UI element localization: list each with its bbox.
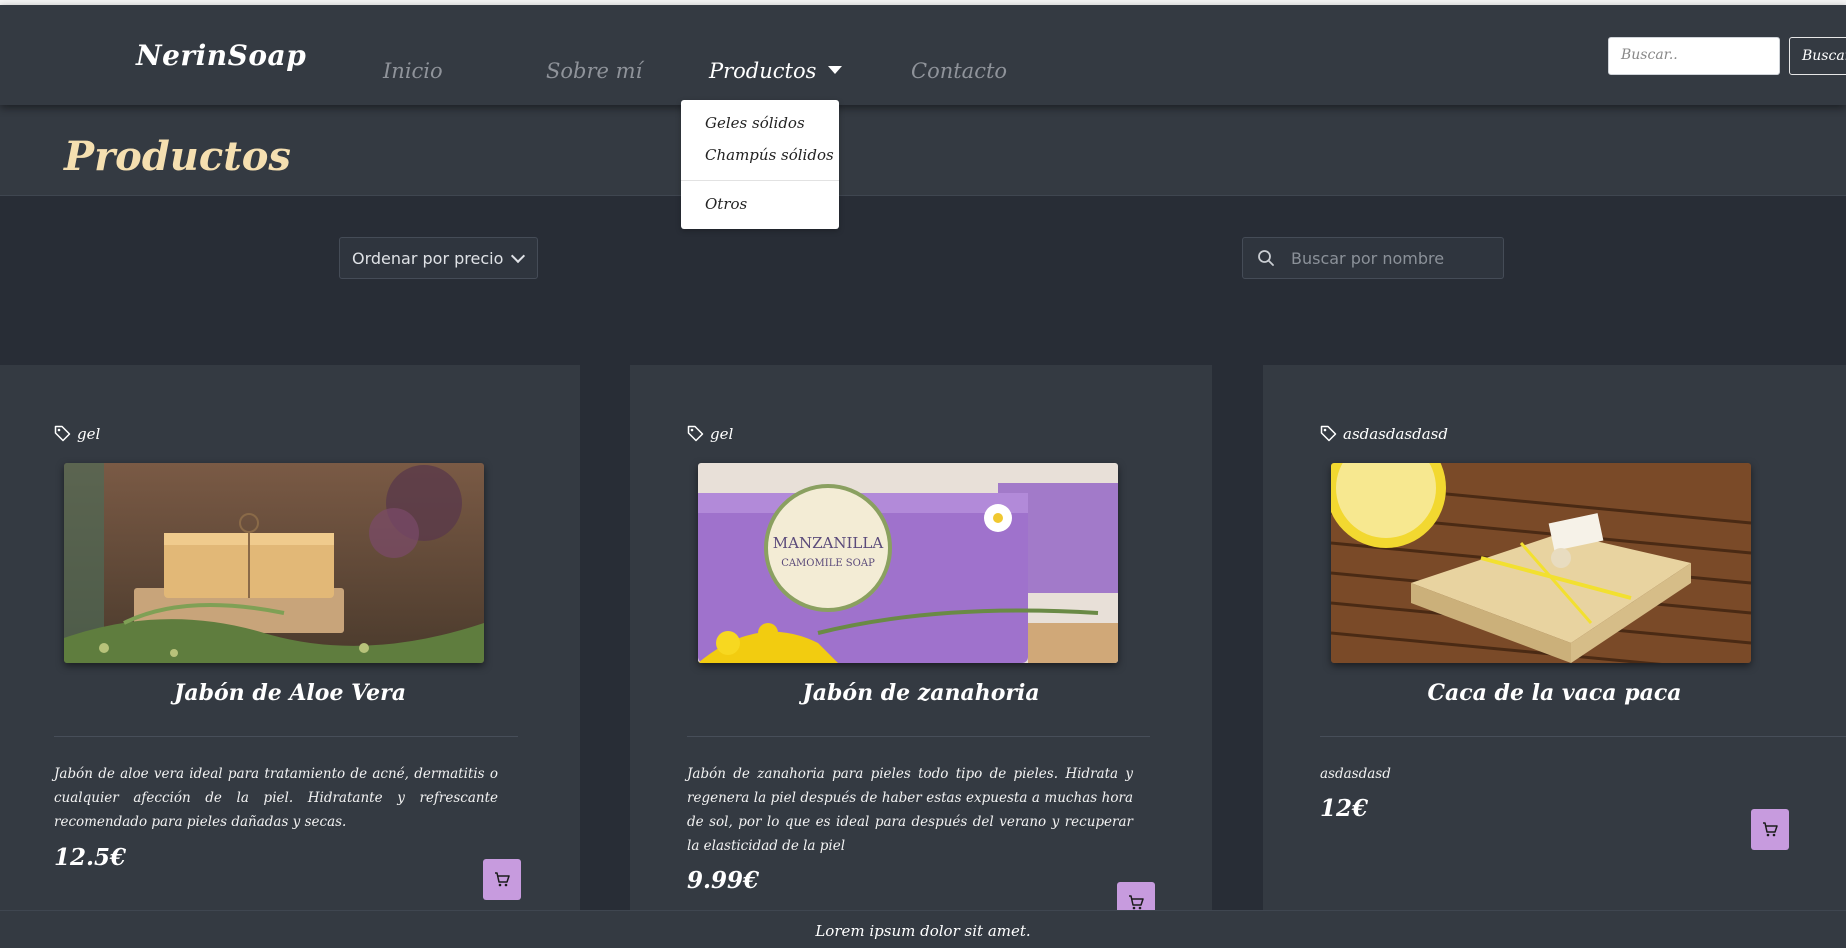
- productos-dropdown-menu: Geles sólidos Champús sólidos Otros: [681, 100, 839, 229]
- svg-text:MANZANILLA: MANZANILLA: [773, 534, 884, 552]
- card-divider: [687, 736, 1150, 737]
- product-description: asdasdasd: [1320, 766, 1391, 782]
- navbar-search-input[interactable]: Buscar..: [1608, 37, 1780, 75]
- svg-text:CAMOMILE SOAP: CAMOMILE SOAP: [781, 558, 875, 569]
- product-price: 9.99€: [687, 867, 760, 894]
- chevron-down-icon: [510, 248, 526, 264]
- dropdown-item-otros[interactable]: Otros: [705, 195, 747, 213]
- product-tag: asdasdasdasd: [1320, 425, 1448, 443]
- product-image: MANZANILLA CAMOMILE SOAP: [698, 463, 1118, 663]
- product-description: Jabón de aloe vera ideal para tratamient…: [54, 766, 498, 830]
- product-title[interactable]: Jabón de Aloe Vera: [0, 680, 580, 706]
- search-by-name-placeholder: Buscar por nombre: [1291, 249, 1445, 268]
- search-by-name-input[interactable]: Buscar por nombre: [1242, 237, 1504, 279]
- navbar-search-button[interactable]: Buscar: [1789, 37, 1846, 75]
- brand-logo[interactable]: NerinSoap: [136, 39, 306, 72]
- product-title[interactable]: Jabón de zanahoria: [630, 680, 1212, 706]
- footer: Lorem ipsum dolor sit amet.: [0, 910, 1846, 948]
- product-image: [64, 463, 484, 663]
- cart-icon: [1129, 895, 1144, 910]
- product-tag-label: gel: [77, 425, 101, 443]
- product-image: [1331, 463, 1751, 663]
- product-tag-label: gel: [710, 425, 734, 443]
- tag-icon: [54, 425, 71, 442]
- nav-link-sobre-mi[interactable]: Sobre mí: [546, 59, 642, 83]
- footer-text: Lorem ipsum dolor sit amet.: [815, 922, 1031, 940]
- product-tag: gel: [54, 425, 100, 443]
- card-divider: [1320, 736, 1846, 737]
- nav-link-contacto[interactable]: Contacto: [911, 59, 1007, 83]
- cart-icon: [1763, 822, 1778, 837]
- product-price: 12€: [1320, 795, 1369, 822]
- add-to-cart-button[interactable]: [1751, 809, 1789, 850]
- navbar: NerinSoap Inicio Sobre mí Productos Cont…: [0, 5, 1846, 105]
- product-card: asdasdasdasd Caca de la vaca paca asdasd…: [1263, 365, 1846, 910]
- product-tag: gel: [687, 425, 733, 443]
- page-title: Productos: [64, 133, 291, 180]
- card-divider: [54, 736, 518, 737]
- tag-icon: [687, 425, 704, 442]
- product-description: Jabón de zanahoria para pieles todo tipo…: [687, 766, 1133, 854]
- nav-link-inicio[interactable]: Inicio: [383, 59, 443, 83]
- dropdown-item-champus[interactable]: Champús sólidos: [705, 146, 834, 164]
- sort-select-label: Ordenar por precio: [352, 249, 504, 268]
- search-icon: [1257, 249, 1275, 271]
- product-title[interactable]: Caca de la vaca paca: [1263, 680, 1846, 706]
- dropdown-divider: [681, 180, 839, 181]
- product-card: gel Jabón de Aloe Vera Jabón de aloe ver…: [0, 365, 580, 910]
- product-card: gel MANZANILLA CAMOMILE SOAP Jabón de za…: [630, 365, 1212, 910]
- tag-icon: [1320, 425, 1337, 442]
- cart-icon: [495, 872, 510, 887]
- dropdown-item-geles[interactable]: Geles sólidos: [705, 114, 805, 132]
- product-price: 12.5€: [54, 844, 127, 871]
- sort-by-price-select[interactable]: Ordenar por precio: [339, 237, 538, 279]
- product-tag-label: asdasdasdasd: [1343, 425, 1448, 443]
- page-header: Productos: [0, 105, 1846, 196]
- nav-link-productos-label: Productos: [709, 59, 817, 83]
- caret-down-icon: [828, 66, 843, 74]
- add-to-cart-button[interactable]: [1117, 882, 1155, 910]
- nav-link-productos[interactable]: Productos: [709, 59, 843, 83]
- add-to-cart-button[interactable]: [483, 859, 521, 900]
